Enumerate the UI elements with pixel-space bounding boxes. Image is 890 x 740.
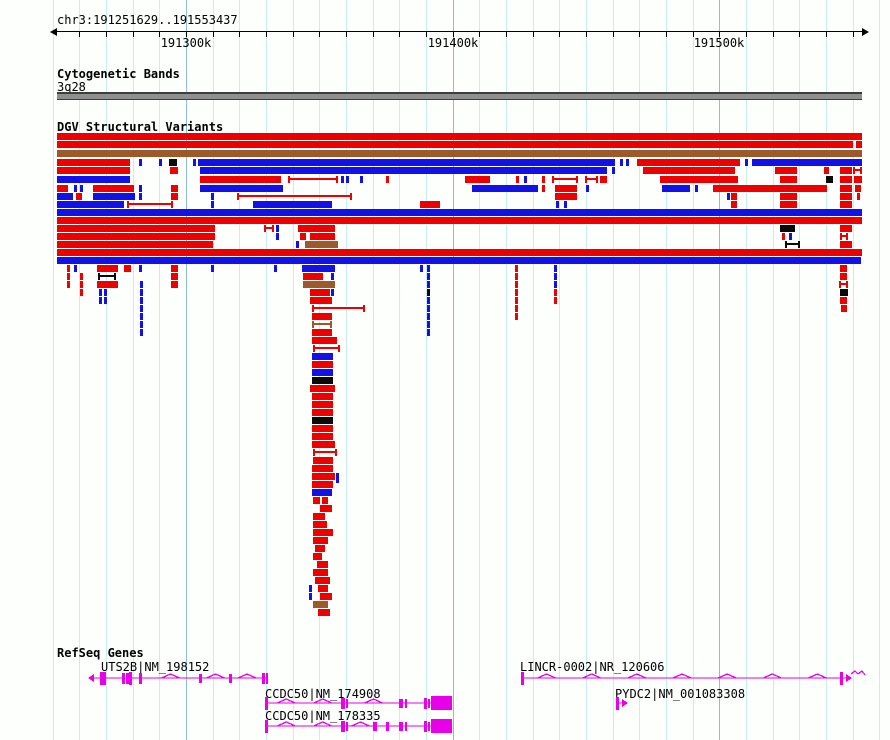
gene-exon (373, 722, 377, 731)
gene-exon (100, 672, 106, 685)
gene-exon (341, 698, 345, 709)
gene-exon (428, 699, 430, 708)
strand-arrow-icon (622, 699, 628, 707)
strand-arrow-icon (846, 674, 852, 682)
gene-exon (341, 721, 345, 732)
gene-exon (229, 674, 232, 683)
gene-exon (399, 722, 403, 731)
gene-exon (266, 673, 268, 684)
gene-exon (199, 674, 202, 683)
gene-exon (424, 698, 427, 709)
gene-exon (521, 672, 524, 685)
gene-exon (122, 673, 125, 684)
gene-exon (346, 722, 348, 731)
gene-exon (139, 673, 142, 684)
gene-exon (428, 722, 430, 731)
gene-model[interactable] (250, 713, 482, 739)
gene-exon (386, 722, 389, 731)
gene-exon (431, 719, 452, 733)
strand-arrow-icon (88, 674, 94, 682)
gene-exon (265, 720, 268, 733)
refseq-genes-track: UTS2B|NM_198152 CCDC50|NM_174908 CCDC50|NM… (0, 0, 890, 740)
gene-exon (129, 672, 132, 685)
gene-exon (840, 672, 843, 685)
gene-exon (346, 699, 348, 708)
gene-exon (431, 696, 452, 710)
gene-exon (262, 673, 265, 684)
gene-exon (405, 699, 407, 708)
gene-exon (405, 722, 407, 731)
gene-exon (126, 673, 129, 684)
gene-exon (616, 697, 619, 710)
gene-model[interactable] (601, 690, 652, 716)
genome-browser-view: chr3:191251629..191553437 191300k 191400k… (0, 0, 890, 740)
gene-exon (424, 721, 427, 732)
gene-exon (399, 699, 403, 708)
